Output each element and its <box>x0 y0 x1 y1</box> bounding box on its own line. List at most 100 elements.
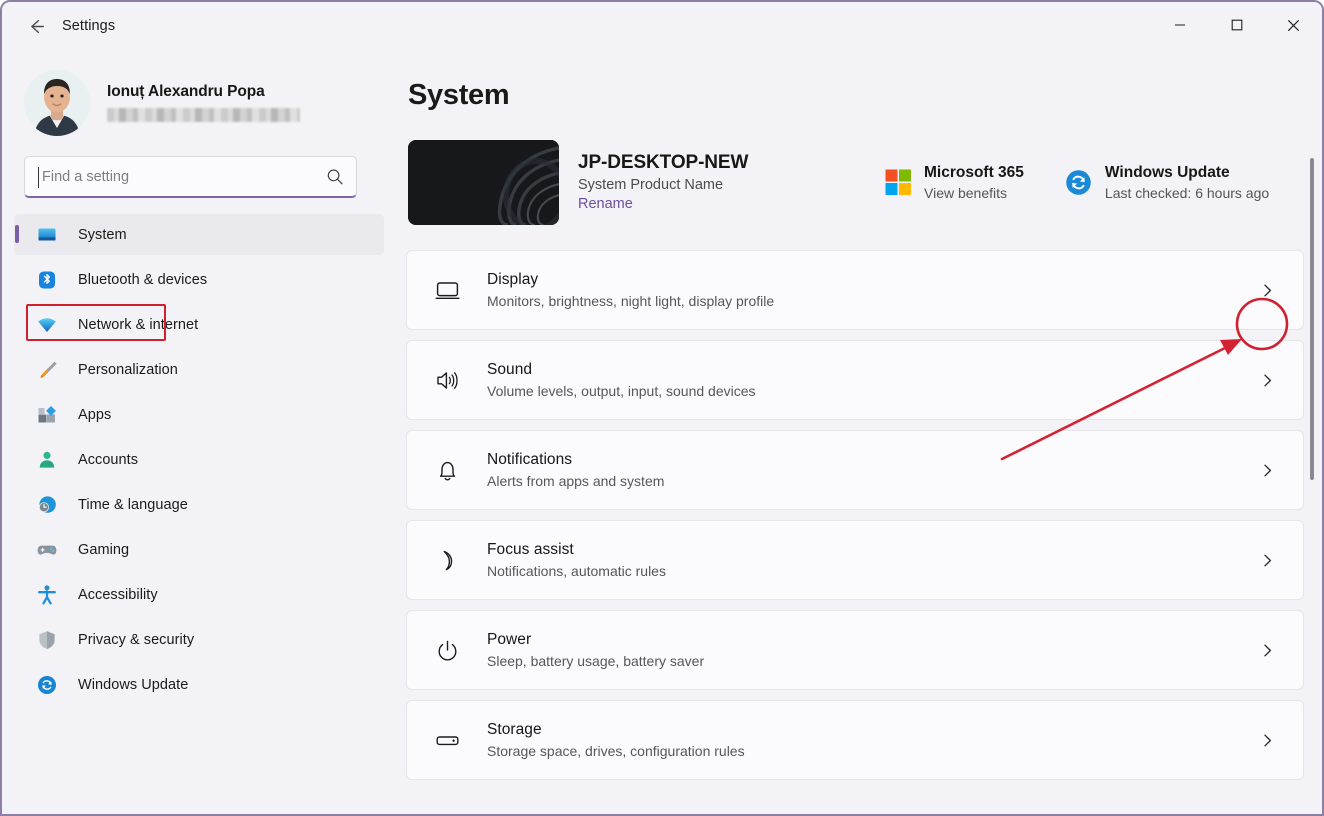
settings-card-focus-assist[interactable]: Focus assist Notifications, automatic ru… <box>406 520 1304 600</box>
account-header[interactable]: Ionuț Alexandru Popa <box>2 50 396 142</box>
scrollbar-track[interactable] <box>1306 50 1318 814</box>
quick-link-text: Microsoft 365 View benefits <box>924 164 1024 201</box>
sidebar-item-label: Time & language <box>78 496 188 513</box>
sidebar-item-gaming[interactable]: Gaming <box>14 529 384 570</box>
sidebar-item-system[interactable]: System <box>14 214 384 255</box>
settings-card-text: Focus assist Notifications, automatic ru… <box>487 541 1251 579</box>
avatar <box>24 69 90 136</box>
chevron-right-icon[interactable] <box>1251 364 1283 396</box>
maximize-icon <box>1231 19 1242 31</box>
settings-card-title: Sound <box>487 361 533 378</box>
settings-card-text: Display Monitors, brightness, night ligh… <box>487 271 1251 309</box>
wallpaper-art-icon <box>408 139 559 225</box>
maximize-button[interactable] <box>1208 2 1265 48</box>
settings-card-title: Storage <box>487 721 542 738</box>
sidebar-item-label: Network & internet <box>78 316 199 333</box>
settings-card-text: Storage Storage space, drives, configura… <box>487 721 1251 759</box>
chevron-right-icon[interactable] <box>1251 274 1283 306</box>
chevron-right-icon[interactable] <box>1251 724 1283 756</box>
back-arrow-icon <box>30 19 44 33</box>
sidebar-item-label: Bluetooth & devices <box>78 271 208 288</box>
search-input[interactable] <box>25 168 326 185</box>
settings-card-subtitle: Storage space, drives, configuration rul… <box>487 743 745 759</box>
quick-link-text: Windows Update Last checked: 6 hours ago <box>1105 164 1269 201</box>
settings-card-display[interactable]: Display Monitors, brightness, night ligh… <box>406 250 1304 330</box>
sidebar: Ionuț Alexandru Popa Find a setting Syst… <box>2 50 396 814</box>
monitor-icon <box>36 224 58 246</box>
monitor-icon <box>431 274 463 306</box>
power-icon <box>431 634 463 666</box>
sidebar-item-network-internet[interactable]: Network & internet <box>14 304 384 345</box>
sidebar-item-windows-update[interactable]: Windows Update <box>14 664 384 705</box>
shield-icon <box>36 629 58 651</box>
chevron-right-icon[interactable] <box>1251 454 1283 486</box>
settings-card-subtitle: Monitors, brightness, night light, displ… <box>487 293 775 309</box>
sidebar-item-time-language[interactable]: Time & language <box>14 484 384 525</box>
settings-card-subtitle: Sleep, battery usage, battery saver <box>487 653 705 669</box>
sidebar-item-label: System <box>78 226 127 243</box>
avatar-photo-icon <box>24 69 90 136</box>
sidebar-item-label: Privacy & security <box>78 631 195 648</box>
settings-card-title: Display <box>487 271 539 288</box>
bluetooth-icon <box>36 269 58 291</box>
quick-link-microsoft-365[interactable]: Microsoft 365 View benefits <box>885 164 1024 201</box>
refresh-icon <box>36 674 58 696</box>
chevron-right-icon[interactable] <box>1251 544 1283 576</box>
settings-card-text: Sound Volume levels, output, input, soun… <box>487 361 1251 399</box>
settings-card-list: Display Monitors, brightness, night ligh… <box>406 250 1304 780</box>
quick-link-title: Windows Update <box>1104 163 1230 181</box>
account-name: Ionuț Alexandru Popa <box>107 83 265 100</box>
sidebar-item-accessibility[interactable]: Accessibility <box>14 574 384 615</box>
search-icon[interactable] <box>326 168 344 186</box>
device-info: JP-DESKTOP-NEW System Product Name Renam… <box>578 152 848 213</box>
settings-card-power[interactable]: Power Sleep, battery usage, battery save… <box>406 610 1304 690</box>
search-box[interactable] <box>24 156 357 198</box>
sidebar-item-apps[interactable]: Apps <box>14 394 384 435</box>
quick-link-subtitle: Last checked: 6 hours ago <box>1104 184 1270 201</box>
minimize-icon <box>1174 24 1185 26</box>
settings-card-storage[interactable]: Storage Storage space, drives, configura… <box>406 700 1304 780</box>
scrollbar-thumb[interactable] <box>1310 158 1314 480</box>
settings-card-sound[interactable]: Sound Volume levels, output, input, soun… <box>406 340 1304 420</box>
device-summary: JP-DESKTOP-NEW System Product Name Renam… <box>408 139 1322 225</box>
account-email-redacted <box>107 108 300 122</box>
sidebar-item-privacy-security[interactable]: Privacy & security <box>14 619 384 660</box>
wifi-icon <box>36 314 58 336</box>
rename-link[interactable]: Rename <box>578 196 633 212</box>
device-product-name: System Product Name <box>578 176 724 193</box>
quick-link-windows-update[interactable]: Windows Update Last checked: 6 hours ago <box>1064 164 1269 201</box>
paintbrush-icon <box>36 359 58 381</box>
sidebar-item-label: Accessibility <box>78 586 158 603</box>
minimize-button[interactable] <box>1151 2 1208 48</box>
close-button[interactable] <box>1265 2 1322 48</box>
sidebar-item-label: Windows Update <box>78 676 189 693</box>
device-name: JP-DESKTOP-NEW <box>578 151 749 173</box>
clock-globe-icon <box>36 494 58 516</box>
settings-card-notifications[interactable]: Notifications Alerts from apps and syste… <box>406 430 1304 510</box>
harddrive-icon <box>431 724 463 756</box>
settings-card-subtitle: Notifications, automatic rules <box>487 563 666 579</box>
settings-window: Settings Ionuț Alexandru Popa Find a set… <box>0 0 1324 816</box>
close-icon <box>1287 19 1300 31</box>
main-content: System JP-DESKTOP-NEW System Product Nam… <box>396 50 1322 814</box>
windows-update-refresh-icon <box>1064 168 1093 197</box>
person-icon <box>36 449 58 471</box>
sidebar-item-accounts[interactable]: Accounts <box>14 439 384 480</box>
bell-icon <box>431 454 463 486</box>
desktop-wallpaper-thumbnail <box>408 139 559 225</box>
chevron-right-icon[interactable] <box>1251 634 1283 666</box>
back-button[interactable] <box>16 10 56 42</box>
sidebar-item-label: Apps <box>78 406 112 423</box>
moon-icon <box>431 544 463 576</box>
speaker-icon <box>431 364 463 396</box>
settings-card-text: Notifications Alerts from apps and syste… <box>487 451 1251 489</box>
settings-card-title: Focus assist <box>487 541 574 558</box>
sidebar-item-bluetooth-devices[interactable]: Bluetooth & devices <box>14 259 384 300</box>
sidebar-item-personalization[interactable]: Personalization <box>14 349 384 390</box>
quick-link-title: Microsoft 365 <box>924 163 1024 181</box>
settings-card-title: Notifications <box>487 451 573 468</box>
page-title: System <box>408 79 510 111</box>
accessibility-icon <box>36 584 58 606</box>
sidebar-nav-list: System Bluetooth & devices Network & int… <box>2 214 396 705</box>
settings-card-text: Power Sleep, battery usage, battery save… <box>487 631 1251 669</box>
